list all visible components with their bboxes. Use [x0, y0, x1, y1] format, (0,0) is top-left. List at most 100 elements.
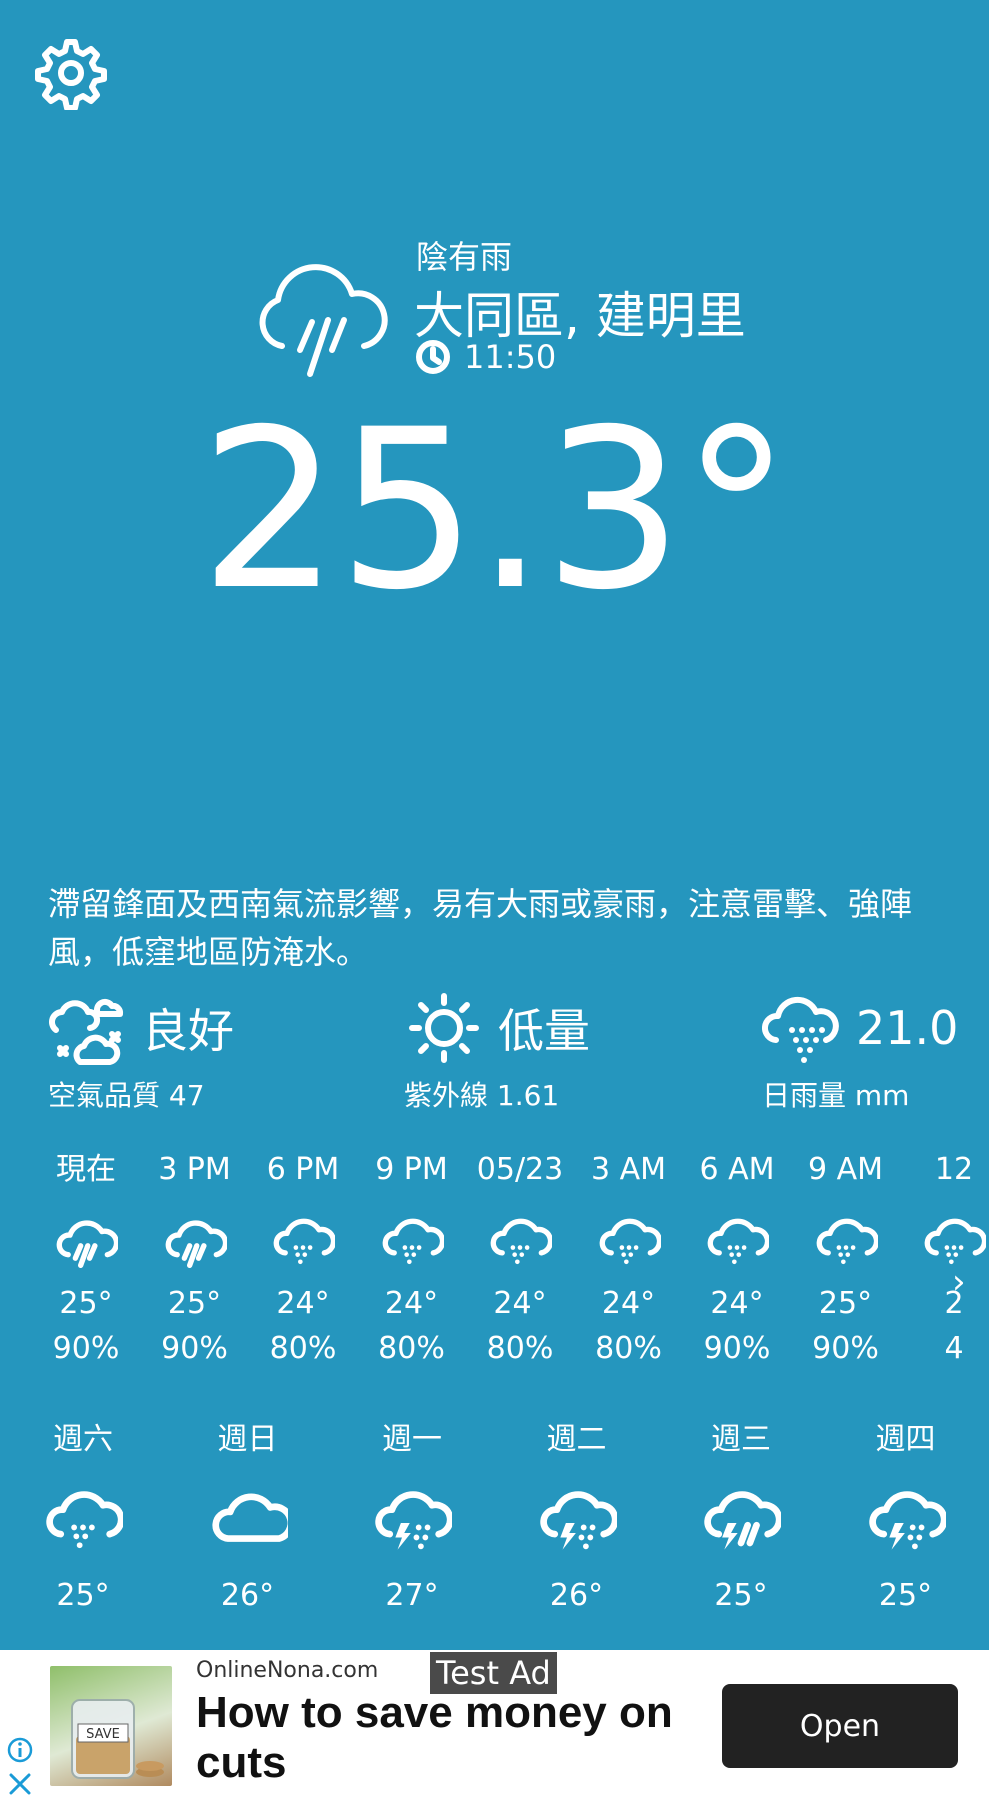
daily-icon-wrap [372, 1486, 452, 1560]
daily-item: 週日 26° [183, 1420, 313, 1613]
air-quality-icon [49, 998, 124, 1065]
daily-day: 週四 [875, 1422, 936, 1457]
daily-icon-wrap [701, 1486, 781, 1560]
uv-label: 紫外線 1.61 [404, 1079, 560, 1112]
hourly-time: 05/23 [476, 1152, 564, 1187]
cloud-storm-icon [375, 1491, 452, 1550]
hourly-time: 現在 [56, 1152, 116, 1187]
daily-temp: 25° [714, 1578, 768, 1613]
cloud-rain-icon [252, 258, 392, 388]
cloud-drizzle-icon [46, 1491, 123, 1549]
svg-text:SAVE: SAVE [86, 1727, 120, 1742]
hourly-time: 6 PM [266, 1152, 340, 1187]
update-time: 11:50 [416, 338, 556, 376]
hourly-item: 現在 25° 90% [40, 1150, 140, 1366]
info-icon[interactable] [6, 1736, 34, 1764]
hourly-pop: 80% [378, 1331, 445, 1366]
daily-icon-wrap [43, 1486, 123, 1560]
daily-item: 週四 25° [841, 1420, 971, 1613]
daily-day: 週三 [711, 1422, 771, 1457]
ad-site[interactable]: OnlineNona.com [196, 1658, 378, 1683]
ad-headline[interactable]: How to save money on cuts [196, 1688, 696, 1788]
daily-temp: 26° [549, 1578, 604, 1613]
close-icon[interactable] [6, 1770, 34, 1798]
rain-stat[interactable]: 21.0 日雨量 mm [762, 990, 958, 1114]
condition-text: 陰有雨 [416, 238, 513, 276]
hourly-item: 3 PM 25° 90% [141, 1150, 249, 1366]
ad-open-button[interactable]: Open [722, 1684, 958, 1768]
daily-item: 週六 25° [18, 1420, 148, 1613]
air-quality-label: 空氣品質 47 [48, 1079, 205, 1112]
hourly-item: 6 AM 24° 90% [683, 1150, 791, 1366]
hourly-item: 6 PM 24° 80% [249, 1150, 357, 1366]
cloud-storm-icon [868, 1491, 946, 1550]
rain-label: 日雨量 mm [762, 1079, 910, 1112]
hourly-pop: 80% [486, 1331, 554, 1366]
hourly-pop: 90% [703, 1331, 771, 1366]
hourly-icon-wrap [163, 1214, 227, 1274]
daily-item: 週二 26° [512, 1420, 642, 1613]
hourly-icon-wrap [705, 1214, 769, 1274]
air-quality-value: 良好 [142, 1004, 234, 1058]
daily-temp: 25° [878, 1578, 933, 1613]
daily-item: 週一 27° [347, 1420, 477, 1613]
daily-day: 週六 [53, 1422, 113, 1457]
daily-icon-wrap [866, 1486, 946, 1560]
hourly-pop: 90% [161, 1331, 228, 1366]
hourly-temp: 25° [818, 1286, 873, 1321]
cloud-drizzle-icon [382, 1218, 444, 1265]
cloud-rain-dots-icon [762, 996, 839, 1063]
hourly-item: 12 2 4 [900, 1150, 989, 1366]
ad-image[interactable]: SAVE [50, 1666, 172, 1786]
chevron-right-icon[interactable]: › [952, 1262, 966, 1302]
hourly-time: 9 PM [375, 1152, 448, 1187]
cloud-rain-icon [165, 1220, 227, 1269]
cloud-drizzle-icon [599, 1218, 661, 1265]
daily-day: 週二 [546, 1422, 607, 1457]
daily-temp: 25° [56, 1578, 110, 1613]
hourly-time: 3 PM [158, 1152, 231, 1187]
cloud-storm-rain-icon [704, 1491, 781, 1550]
hourly-pop: 90% [812, 1331, 879, 1366]
daily-day: 週一 [382, 1422, 442, 1457]
cloud-storm-icon [539, 1491, 617, 1550]
hourly-icon-wrap [597, 1214, 661, 1274]
hourly-pop: 90% [52, 1331, 120, 1366]
daily-temp: 26° [220, 1578, 275, 1613]
clock-icon [416, 340, 450, 374]
uv-stat[interactable]: 低量 紫外線 1.61 [404, 990, 590, 1114]
settings-button[interactable] [34, 36, 108, 110]
hourly-forecast[interactable]: 現在 25° 90% 3 PM 25° 90% 6 PM 24° 80% 9 PM 24° 80% 05… [40, 1150, 989, 1400]
cloud-drizzle-icon [273, 1218, 335, 1265]
hourly-temp: 24° [493, 1286, 547, 1321]
hourly-temp: 24° [276, 1286, 330, 1321]
daily-icon-wrap [537, 1486, 617, 1560]
cloud-drizzle-icon [490, 1218, 552, 1265]
daily-temp: 27° [385, 1578, 439, 1613]
hourly-icon-wrap [814, 1214, 878, 1274]
hourly-pop: 80% [269, 1331, 337, 1366]
hourly-temp: 24° [384, 1286, 439, 1321]
uv-value: 低量 [498, 1004, 590, 1058]
hourly-time: 9 AM [807, 1152, 884, 1187]
hourly-icon-wrap [271, 1214, 335, 1274]
gear-icon [35, 39, 107, 110]
hourly-item: 05/23 24° 80% [466, 1150, 574, 1366]
daily-item: 週三 25° [676, 1420, 806, 1613]
hourly-temp: 24° [601, 1286, 656, 1321]
hourly-item: 9 AM 25° 90% [792, 1150, 900, 1366]
sun-icon [409, 993, 479, 1063]
hourly-item: 9 PM 24° 80% [358, 1150, 466, 1366]
hourly-temp: 25° [59, 1286, 113, 1321]
daily-day: 週日 [217, 1422, 278, 1457]
time-text: 11:50 [464, 338, 557, 376]
air-quality-stat[interactable]: 良好 空氣品質 47 [48, 990, 234, 1114]
hourly-icon-wrap [380, 1214, 444, 1274]
hourly-icon-wrap [488, 1214, 552, 1274]
ad-banner[interactable]: SAVE OnlineNona.com Test Ad How to save … [0, 1650, 989, 1800]
hourly-temp: 25° [167, 1286, 222, 1321]
cloud-icon [211, 1493, 288, 1542]
cloud-drizzle-icon [816, 1218, 878, 1265]
rain-value: 21.0 [856, 1001, 959, 1055]
cloud-rain-icon [56, 1220, 118, 1269]
